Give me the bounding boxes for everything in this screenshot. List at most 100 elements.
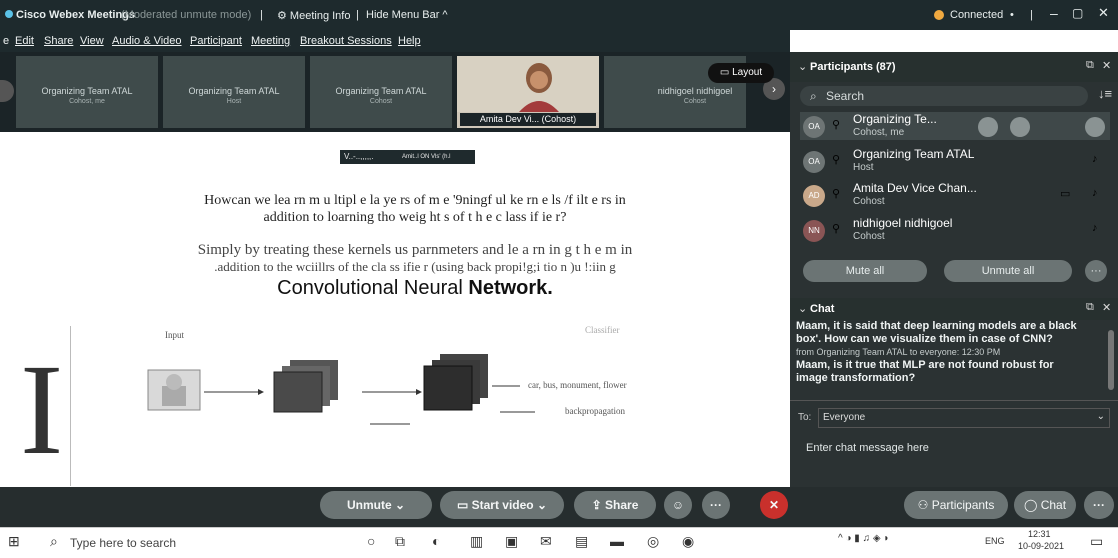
store-icon[interactable]: ▣ [505, 533, 518, 550]
windows-start-icon[interactable]: ⊞ [8, 533, 20, 550]
mail-icon[interactable]: ✉ [540, 533, 552, 550]
menu-item-audio-video[interactable]: Audio & Video [112, 35, 182, 47]
banner-text: V..-..,,,,,. [344, 152, 374, 161]
banner-subtext: Amit..l ON Vls' (h.l [402, 154, 451, 160]
menu-item-breakout-sessions[interactable]: Breakout Sessions [300, 35, 392, 47]
popout-icon[interactable]: ⧉ [1086, 301, 1094, 314]
video-tile[interactable]: Organizing Team ATAL Cohost, me [16, 56, 158, 128]
participant-row[interactable]: AD ⚲ Amita Dev Vice Chan... Cohost ▭ ♪ [800, 181, 1110, 209]
to-label: To: [798, 412, 812, 423]
more-options-icon[interactable]: ··· [1085, 260, 1107, 282]
share-label: Share [605, 498, 639, 512]
connection-icon [933, 9, 945, 24]
close-panel-icon[interactable]: ✕ [1102, 59, 1111, 72]
more-options-icon[interactable]: ··· [1084, 491, 1114, 519]
participant-name: Organizing Team ATAL [853, 147, 975, 161]
status-dot-icon: • [1010, 9, 1014, 21]
chrome-icon[interactable]: ◎ [647, 533, 659, 550]
microphone-icon[interactable]: ♪ [1092, 153, 1098, 165]
chevron-down-icon[interactable]: ⌄ [798, 60, 807, 73]
slide-title-normal: Convolutional Neural [277, 277, 463, 299]
participant-row[interactable]: NN ⚲ nidhigoel nidhigoel Cohost ♪ [800, 216, 1110, 244]
app-icon[interactable]: ▬ [610, 533, 624, 549]
cortana-icon[interactable]: ○ [367, 533, 375, 549]
tile-role: Cohost, me [69, 98, 105, 105]
avatar: OA [803, 116, 825, 138]
end-meeting-icon[interactable]: ✕ [760, 491, 788, 519]
unmute-all-button[interactable]: Unmute all [944, 260, 1072, 282]
close-icon[interactable]: ✕ [1098, 5, 1109, 21]
camera-icon[interactable]: ▭ [1060, 187, 1070, 200]
start-video-button[interactable]: ▭ Start video ⌄ [440, 491, 564, 519]
clock-time[interactable]: 12:31 [1028, 529, 1051, 539]
avatar: OA [803, 151, 825, 173]
video-tile[interactable]: Organizing Team ATAL Host [163, 56, 305, 128]
meeting-info-label: Meeting Info [289, 10, 351, 22]
figure-backprop-label: backpropagation [565, 406, 625, 416]
layout-label: Layout [732, 67, 763, 78]
chat-header: ⌄ Chat ⧉ ✕ [790, 298, 1118, 320]
edge-browser-icon[interactable]: ◐ [432, 533, 440, 549]
chat-input[interactable]: Enter chat message here [806, 442, 929, 454]
more-icon[interactable] [1085, 117, 1105, 137]
system-tray-icons[interactable]: ^ ◑ ▮ ♫ ◈ ◗ [838, 533, 889, 544]
figure-classifier-label: Classifier [585, 325, 620, 335]
layout-button[interactable]: ▭ Layout [708, 63, 774, 83]
menu-item-participant[interactable]: Participant [190, 35, 242, 47]
meeting-info-link[interactable]: ⚙ Meeting Info [277, 9, 350, 22]
recipient-select[interactable]: Everyone ⌄ [818, 408, 1110, 428]
microphone-icon[interactable]: ♪ [1092, 222, 1098, 234]
strip-left-arrow-icon[interactable] [0, 80, 14, 102]
maximize-icon[interactable]: ▢ [1072, 6, 1083, 20]
tile-role: Cohost [683, 98, 707, 105]
menu-item-edit[interactable]: Edit [15, 35, 34, 47]
chevron-down-icon[interactable]: ⌄ [798, 302, 807, 315]
participant-role: Cohost, me [853, 127, 905, 138]
popout-icon[interactable]: ⧉ [1086, 59, 1094, 72]
chat-message-line: Maam, it is said that deep learning mode… [796, 320, 1077, 332]
clock-date[interactable]: 10-09-2021 [1018, 541, 1064, 551]
connected-status[interactable]: Connected [950, 9, 1003, 21]
menu-item-share[interactable]: Share [44, 35, 73, 47]
calculator-icon[interactable]: ▤ [575, 533, 588, 550]
hide-menu-bar-button[interactable]: Hide Menu Bar ^ [366, 9, 448, 21]
video-icon[interactable] [1010, 117, 1030, 137]
share-button[interactable]: ⇪ Share [574, 491, 656, 519]
menu-item-help[interactable]: Help [398, 35, 421, 47]
video-tile-speaker[interactable]: Amita Dev Vi... (Cohost) [457, 56, 599, 128]
mute-icon[interactable] [978, 117, 998, 137]
reactions-icon[interactable]: ☺ [664, 491, 692, 519]
menu-item-view[interactable]: View [80, 35, 104, 47]
menu-item-meeting[interactable]: Meeting [251, 35, 290, 47]
tile-name: nidhigoel nidhigoel [657, 86, 733, 96]
mute-all-button[interactable]: Mute all [803, 260, 927, 282]
menu-item-file[interactable]: e [3, 35, 9, 47]
headset-icon: ⚲ [832, 188, 841, 200]
more-icon[interactable]: ··· [702, 491, 730, 519]
participant-search[interactable]: ⌕ Search [800, 86, 1088, 106]
task-view-icon[interactable]: ⧉ [395, 533, 405, 550]
avatar: NN [803, 220, 825, 242]
chat-label: Chat [1040, 498, 1067, 512]
microphone-icon[interactable]: ♪ [1092, 187, 1098, 199]
sort-list-icon[interactable]: ↓≡ [1098, 86, 1112, 101]
video-tile[interactable]: Organizing Team ATAL Cohost [310, 56, 452, 128]
chat-button[interactable]: ◯ Chat [1014, 491, 1076, 519]
participant-row[interactable]: OA ⚲ Organizing Team ATAL Host ♪ [800, 147, 1110, 175]
notification-icon[interactable]: ▭ [1090, 533, 1103, 550]
webex-icon[interactable]: ◉ [682, 533, 694, 550]
participant-row[interactable]: OA ⚲ Organizing Te... Cohost, me [800, 112, 1110, 140]
headset-icon: ⚲ [832, 223, 841, 235]
language-indicator[interactable]: ENG [985, 536, 1005, 546]
close-chat-icon[interactable]: ✕ [1102, 301, 1111, 314]
chat-title: Chat [810, 303, 835, 315]
search-input[interactable]: Search [826, 89, 864, 103]
unmute-button[interactable]: Unmute ⌄ [320, 491, 432, 519]
app-icon[interactable]: ▥ [470, 533, 483, 550]
question-line-1: Howcan we lea rn m u ltipl e la ye rs of… [204, 193, 626, 208]
chat-scrollbar[interactable] [1108, 330, 1114, 390]
minimize-icon[interactable]: – [1050, 5, 1058, 21]
cnn-diagram [147, 354, 535, 425]
participants-button[interactable]: ⚇ Participants [904, 491, 1008, 519]
taskbar-search-input[interactable]: Type here to search [70, 536, 176, 550]
